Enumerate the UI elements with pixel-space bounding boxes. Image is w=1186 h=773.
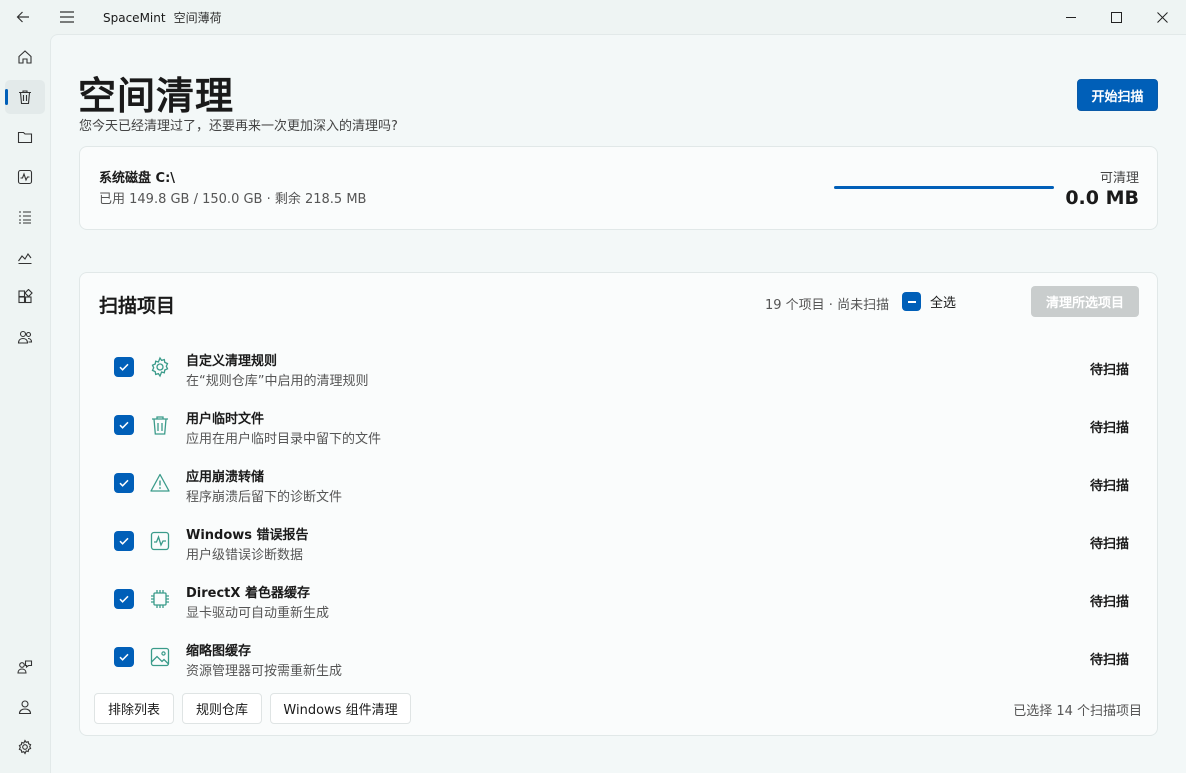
home-icon xyxy=(18,50,32,64)
content-area: 空间清理 您今天已经清理过了，还要再来一次更加深入的清理吗? 开始扫描 系统磁盘… xyxy=(50,34,1186,773)
scan-item-row[interactable]: DirectX 着色器缓存显卡驱动可自动重新生成 待扫描 xyxy=(80,573,1159,631)
disk-usage-detail: 已用 149.8 GB / 150.0 GB · 剩余 218.5 MB xyxy=(99,192,367,207)
page-subtitle: 您今天已经清理过了，还要再来一次更加深入的清理吗? xyxy=(79,119,398,134)
scan-item-name: 应用崩溃转储 xyxy=(186,470,265,485)
trash-icon xyxy=(19,90,31,105)
nav-settings[interactable] xyxy=(5,730,45,764)
people-icon xyxy=(17,330,33,344)
scan-item-status: 待扫描 xyxy=(1089,595,1129,610)
nav-folders[interactable] xyxy=(5,120,45,154)
scan-item-checkbox[interactable] xyxy=(114,647,134,667)
area-chart-icon xyxy=(18,253,32,265)
disk-usage-bar xyxy=(834,186,1054,189)
select-all-checkbox[interactable] xyxy=(902,292,921,311)
title-bar: SpaceMint 空间薄荷 xyxy=(0,0,1186,34)
scan-item-row[interactable]: 自定义清理规则在“规则仓库”中启用的清理规则 待扫描 xyxy=(80,341,1159,399)
scan-item-name: 用户临时文件 xyxy=(186,412,265,427)
scan-section-title: 扫描项目 xyxy=(99,295,176,317)
cleanable-label: 可清理 xyxy=(1099,171,1139,186)
page-title: 空间清理 xyxy=(78,74,235,118)
maximize-button[interactable] xyxy=(1093,0,1139,34)
rules-repository-button[interactable]: 规则仓库 xyxy=(182,693,262,724)
scan-item-name: 缩略图缓存 xyxy=(186,644,252,659)
scan-item-description: 用户级错误诊断数据 xyxy=(186,548,304,563)
nav-account[interactable] xyxy=(5,690,45,724)
cleanable-value: 0.0 MB xyxy=(1065,187,1139,209)
selected-count-text: 已选择 14 个扫描项目 xyxy=(1013,704,1142,719)
maximize-icon xyxy=(1110,11,1122,23)
feedback-icon xyxy=(17,660,33,674)
nav-apps[interactable] xyxy=(5,280,45,314)
nav-cleanup[interactable] xyxy=(5,80,45,114)
nav-home[interactable] xyxy=(5,40,45,74)
scan-item-name: DirectX 着色器缓存 xyxy=(186,586,310,601)
start-scan-button[interactable]: 开始扫描 xyxy=(1077,79,1158,111)
scan-item-name: 自定义清理规则 xyxy=(186,354,278,369)
app-name: SpaceMint xyxy=(103,11,166,25)
scan-item-checkbox[interactable] xyxy=(114,589,134,609)
scan-item-checkbox[interactable] xyxy=(114,531,134,551)
scan-item-row[interactable]: Windows 错误报告 用户级错误诊断数据 待扫描 xyxy=(80,515,1159,573)
scan-item-row[interactable]: 用户临时文件应用在用户临时目录中留下的文件 待扫描 xyxy=(80,399,1159,457)
scan-count-text: 19 个项目 · 尚未扫描 xyxy=(765,298,890,313)
scan-item-description: 在“规则仓库”中启用的清理规则 xyxy=(186,374,369,389)
warning-icon xyxy=(149,472,171,494)
nav-feedback[interactable] xyxy=(5,650,45,684)
scan-item-status: 待扫描 xyxy=(1089,653,1129,668)
scan-item-checkbox[interactable] xyxy=(114,473,134,493)
pulse-icon xyxy=(17,169,33,185)
nav-active-indicator xyxy=(5,89,8,105)
scan-item-checkbox[interactable] xyxy=(114,357,134,377)
image-icon xyxy=(149,646,171,668)
checkmark-icon xyxy=(119,595,129,603)
disk-title: 系统磁盘 C:\ xyxy=(99,171,176,186)
select-all-label[interactable]: 全选 xyxy=(930,292,956,311)
scan-item-description: 应用在用户临时目录中留下的文件 xyxy=(186,432,382,447)
checkmark-icon xyxy=(119,479,129,487)
clean-selected-button[interactable]: 清理所选项目 xyxy=(1031,286,1139,317)
close-icon xyxy=(1156,11,1168,23)
trash-icon xyxy=(149,414,171,436)
back-icon[interactable] xyxy=(12,6,34,28)
indeterminate-dash-icon xyxy=(907,300,916,303)
close-button[interactable] xyxy=(1139,0,1185,34)
scan-items-card: 扫描项目 19 个项目 · 尚未扫描 全选 清理所选项目 自定义清理规则在“规则… xyxy=(79,272,1158,736)
person-icon xyxy=(18,700,32,715)
folder-icon xyxy=(17,131,33,144)
nav-users[interactable] xyxy=(5,320,45,354)
scan-item-checkbox[interactable] xyxy=(114,415,134,435)
gear-icon xyxy=(149,356,171,378)
disk-card: 系统磁盘 C:\ 已用 149.8 GB / 150.0 GB · 剩余 218… xyxy=(79,146,1158,230)
checkmark-icon xyxy=(119,537,129,545)
windows-components-button[interactable]: Windows 组件清理 xyxy=(270,693,411,724)
settings-gear-icon xyxy=(18,739,32,755)
scan-item-row[interactable]: 应用崩溃转储程序崩溃后留下的诊断文件 待扫描 xyxy=(80,457,1159,515)
scan-item-status: 待扫描 xyxy=(1089,537,1129,552)
list-icon xyxy=(19,211,31,224)
scan-item-name: Windows 错误报告 xyxy=(186,528,309,543)
minimize-icon xyxy=(1065,16,1076,18)
app-title: SpaceMint 空间薄荷 xyxy=(103,9,222,26)
scan-item-description: 显卡驱动可自动重新生成 xyxy=(186,606,330,621)
exclusions-button[interactable]: 排除列表 xyxy=(94,693,174,724)
pulse-icon xyxy=(149,530,171,552)
nav-list[interactable] xyxy=(5,200,45,234)
apps-icon xyxy=(18,289,33,304)
nav-chart[interactable] xyxy=(5,240,45,274)
scan-item-status: 待扫描 xyxy=(1089,363,1129,378)
scan-item-description: 资源管理器可按需重新生成 xyxy=(186,664,343,679)
minimize-button[interactable] xyxy=(1048,0,1094,34)
app-subtitle: 空间薄荷 xyxy=(173,11,222,25)
checkmark-icon xyxy=(119,421,129,429)
scan-item-description: 程序崩溃后留下的诊断文件 xyxy=(186,490,343,505)
scan-item-row[interactable]: 缩略图缓存资源管理器可按需重新生成 待扫描 xyxy=(80,631,1159,689)
scan-item-status: 待扫描 xyxy=(1089,479,1129,494)
checkmark-icon xyxy=(119,363,129,371)
navigation-rail xyxy=(0,34,50,773)
scan-item-status: 待扫描 xyxy=(1089,421,1129,436)
checkmark-icon xyxy=(119,653,129,661)
chip-icon xyxy=(149,588,171,610)
nav-activity[interactable] xyxy=(5,160,45,194)
hamburger-menu-icon[interactable] xyxy=(56,6,78,28)
